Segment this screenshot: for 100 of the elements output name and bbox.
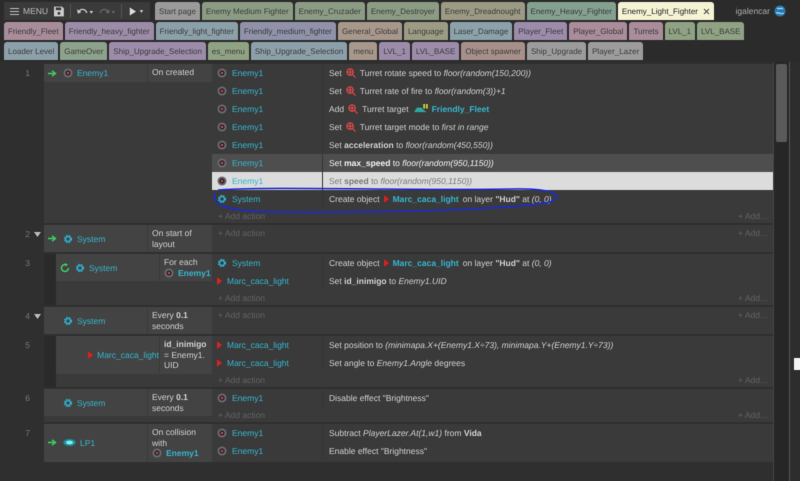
collapse-icon[interactable] [34,231,41,238]
gear-icon [217,258,227,268]
tab[interactable]: Player_Fleet [514,22,568,40]
action-text: Add [329,104,344,114]
action-row[interactable]: Enemy1 Set speed to floor(random(950,1150)) [212,172,774,190]
tab[interactable]: Loader Level [4,42,58,60]
ship-icon [412,104,428,114]
tab[interactable]: Player_Lazer [588,42,644,60]
condition-row[interactable]: System Every 0.1 seconds [44,389,212,416]
tab[interactable]: menu [349,42,378,60]
condition-row[interactable]: System On start of layout [44,225,212,252]
object-name[interactable]: Enemy1 [232,140,264,150]
object-name[interactable]: LP1 [80,438,96,448]
object-name[interactable]: Marc_caca_light [227,276,289,286]
collapse-icon[interactable] [34,313,41,320]
action-row[interactable]: Enemy1 Enable effect "Brightness" [212,442,774,460]
action-row[interactable]: Marc_caca_light Set id_inimigo to Enemy1.UID [212,272,774,290]
tab[interactable]: Friendly_light_fighter [156,22,238,40]
triangle-icon [384,195,389,203]
tab[interactable]: LVL_1 [664,22,696,40]
tab[interactable]: LVL_1 [379,42,410,60]
tab[interactable]: Enemy_Heavy_Fighter [526,2,616,20]
user-name[interactable]: igalencar [736,6,770,16]
tab[interactable]: Enemy_Light_Fighter [618,2,714,20]
undo-icon[interactable] [76,6,93,16]
sprite-icon [152,448,162,458]
crosshair-icon [346,68,356,78]
action-row[interactable]: Enemy1 Add Turret target Friendly_Fleet [212,100,774,118]
action-row[interactable]: Enemy1 Subtract PlayerLazer.At(1,w1) from Vida [212,424,774,442]
object-name[interactable]: System [232,258,260,268]
gear-icon [75,262,85,272]
tab[interactable]: Laser_Damage [450,22,512,40]
object-name[interactable]: Enemy1 [77,68,108,78]
object-name[interactable]: Enemy1 [166,448,199,458]
action-row[interactable]: Marc_caca_light Set angle to Enemy1.Angle degrees [212,354,774,372]
tab[interactable]: GameOver [60,42,108,60]
action-row[interactable]: Enemy1 Disable effect "Brightness" [212,389,774,407]
action-text: Set max_speed to floor(random(950,1150)) [329,158,494,168]
object-name[interactable]: System [77,234,106,244]
object-name[interactable]: Marc_caca_light [97,350,159,360]
object-name[interactable]: Enemy1 [178,268,211,278]
object-name[interactable]: Friendly_Fleet [432,104,490,114]
action-row[interactable]: Enemy1 Set Turret target mode to first in range [212,118,774,136]
tab[interactable]: Friendly_Fleet [4,22,63,40]
tab[interactable]: Enemy Medium Fighter [202,2,293,20]
condition-row[interactable]: System Every 0.1 seconds [44,307,212,334]
tab[interactable]: Friendly_heavy_fighter [64,22,154,40]
object-name[interactable]: Enemy1 [232,428,264,438]
action-text: Set angle to Enemy1.Angle degrees [329,358,466,368]
tab[interactable]: LVL_BASE [412,42,460,60]
tab[interactable]: Start page [155,2,200,20]
tab[interactable]: Ship_Upgrade_Selection [250,42,348,60]
tab[interactable]: Enemy_Cruzader [294,2,365,20]
object-name[interactable]: Enemy1 [232,393,264,403]
tab[interactable]: Player_Global [569,22,628,40]
tab[interactable]: Ship_Upgrade [526,42,586,60]
action-row[interactable]: Enemy1 Set max_speed to floor(random(950,1150)) [212,154,774,172]
sprite-icon [217,104,227,114]
condition-row[interactable]: LP1 On collision with Enemy1 [44,424,212,462]
sprite-icon [217,140,227,150]
close-icon[interactable] [702,8,710,14]
play-icon[interactable] [128,6,144,16]
tab[interactable]: Ship_Upgrade_Selection [109,42,206,60]
object-name[interactable]: Enemy1 [232,104,264,114]
condition-row[interactable]: Enemy1 On created [44,64,212,82]
action-row[interactable]: Enemy1 Set Turret rotate speed to floor(random(150,200)) [212,64,774,82]
object-name[interactable]: System [89,262,118,272]
object-name[interactable]: Enemy1 [232,446,264,456]
action-row[interactable]: Marc_caca_light Set position to (minimapa.X+(Enemy1.X÷73), minimapa.Y+(Enemy1.Y÷73)) [212,336,774,354]
object-name[interactable]: Enemy1 [232,158,264,168]
tab[interactable]: es_menu [208,42,249,60]
menu-button[interactable]: MENU [10,6,48,16]
condition-row[interactable]: Marc_caca_light id_inimigo = Enemy1. UID [56,336,212,374]
sprite-icon [217,176,227,186]
object-name[interactable]: System [232,194,260,204]
tab[interactable]: Enemy_Dreadnought [440,2,525,20]
tab[interactable]: General_Global [338,22,402,40]
condition-row[interactable]: System For each Enemy1 [56,254,212,281]
tab[interactable]: Friendly_medium_fighter [240,22,336,40]
glow-icon [63,439,76,446]
tab[interactable]: Object spawner [461,42,525,60]
object-name[interactable]: Marc_caca_light [227,358,289,368]
object-name[interactable]: Marc_caca_light [392,194,459,204]
tab[interactable]: LVL_BASE [697,22,744,40]
save-icon[interactable] [54,6,64,16]
object-name[interactable]: System [77,398,106,408]
object-name[interactable]: Enemy1 [232,68,264,78]
tab[interactable]: Enemy_Destroyer [366,2,439,20]
object-name[interactable]: System [77,316,106,326]
scrollbar[interactable] [773,62,790,481]
tab[interactable]: Language [404,22,448,40]
object-name[interactable]: Marc_caca_light [392,258,459,268]
object-name[interactable]: Enemy1 [232,122,264,132]
action-row[interactable]: System Create object Marc_caca_light on layer "Hud" at (0, 0) [212,254,774,272]
action-text: Set [329,122,342,132]
globe-icon [774,5,786,17]
tab[interactable]: Turrets [629,22,662,40]
object-name[interactable]: Enemy1 [232,86,264,96]
action-row[interactable]: Enemy1 Set Turret rate of fire to floor(random(3))+1 [212,82,774,100]
object-name[interactable]: Marc_caca_light [227,340,289,350]
